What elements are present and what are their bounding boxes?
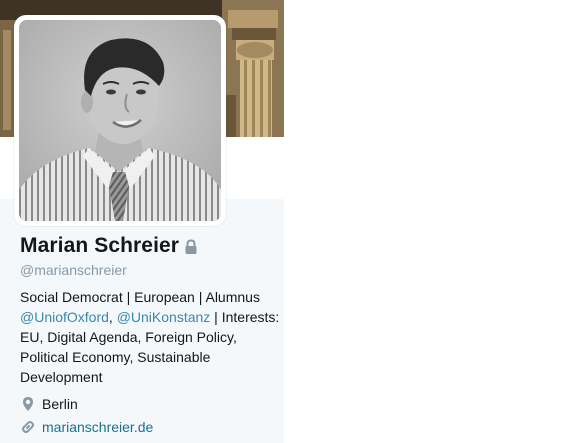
bio: Social Democrat | European | Alumnus @Un…	[20, 287, 282, 387]
bio-text: Social Democrat | European | Alumnus	[20, 289, 260, 305]
link-icon	[20, 419, 36, 435]
mention-link-unikonstanz[interactable]: @UniKonstanz	[117, 309, 211, 325]
page: Marian Schreier @marianschreier Social D…	[0, 0, 580, 443]
mention-link-uniofoxford[interactable]: @UniofOxford	[20, 309, 109, 325]
map-pin-icon	[20, 396, 36, 412]
avatar[interactable]	[19, 20, 221, 221]
url-row: marianschreier.de	[20, 419, 153, 435]
lock-icon	[184, 238, 198, 255]
display-name[interactable]: Marian Schreier	[20, 234, 179, 258]
bio-separator: ,	[108, 309, 117, 325]
screen-name[interactable]: @marianschreier	[20, 262, 127, 278]
avatar-frame	[14, 15, 226, 226]
profile-url-link[interactable]: marianschreier.de	[42, 419, 153, 435]
location-text: Berlin	[42, 396, 78, 412]
profile-card: Marian Schreier @marianschreier Social D…	[0, 0, 284, 443]
name-row: Marian Schreier	[20, 234, 198, 258]
location-row: Berlin	[20, 396, 78, 412]
